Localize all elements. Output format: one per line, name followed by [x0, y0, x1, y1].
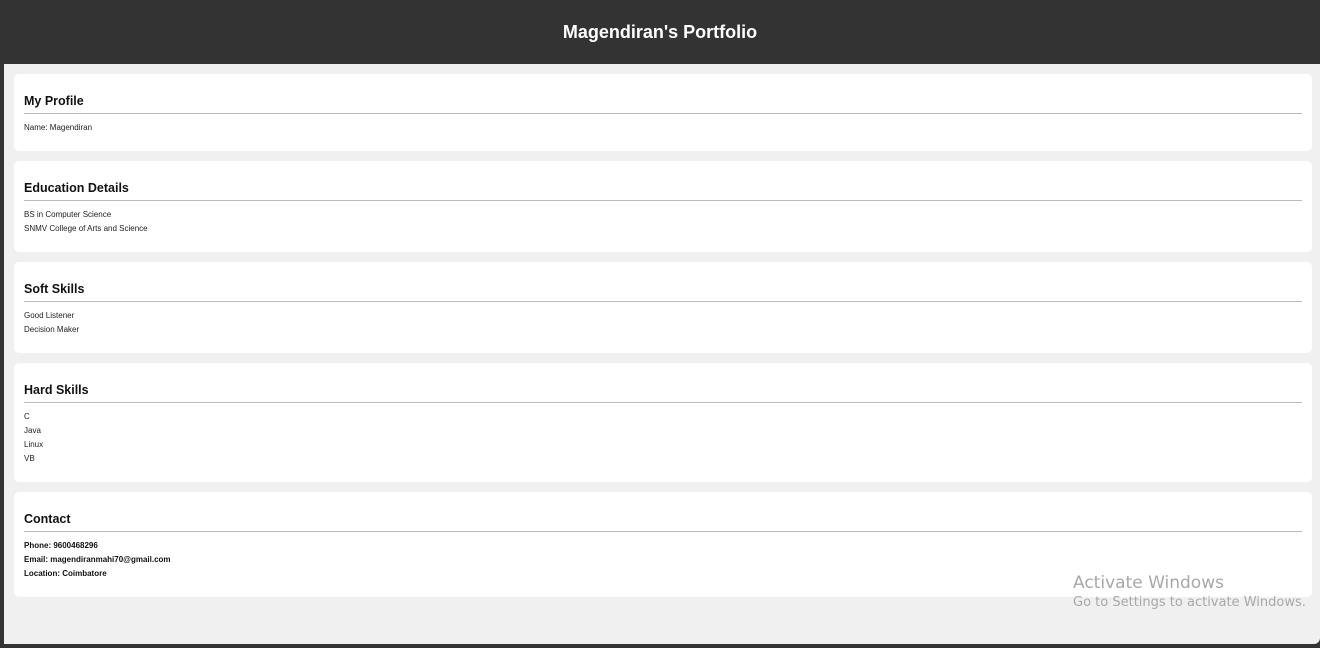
profile-divider: [24, 113, 1302, 114]
soft-skill-item: Good Listener: [24, 311, 75, 320]
education-section: Education Details BS in Computer Science…: [14, 161, 1312, 252]
contact-heading: Contact: [24, 512, 71, 526]
content-area: My Profile Name: Magendiran Education De…: [4, 64, 1320, 644]
contact-phone: Phone: 9600468296: [24, 541, 98, 550]
watermark-subtitle: Go to Settings to activate Windows.: [1073, 595, 1306, 610]
soft-skills-lines: Good Listener Decision Maker: [24, 309, 79, 337]
activate-windows-watermark: Activate Windows Go to Settings to activ…: [1073, 572, 1306, 612]
site-header: Magendiran's Portfolio: [0, 0, 1320, 64]
hard-skill-item: C: [24, 412, 30, 421]
contact-location: Location: Coimbatore: [24, 569, 107, 578]
hard-skills-lines: C Java Linux VB: [24, 410, 43, 466]
education-line: SNMV College of Arts and Science: [24, 224, 148, 233]
hard-skill-item: Java: [24, 426, 41, 435]
profile-lines: Name: Magendiran: [24, 121, 92, 135]
soft-skill-item: Decision Maker: [24, 325, 80, 334]
education-line: BS in Computer Science: [24, 210, 112, 219]
soft-skills-section: Soft Skills Good Listener Decision Maker: [14, 262, 1312, 353]
soft-skills-divider: [24, 301, 1302, 302]
hard-skill-item: Linux: [24, 440, 44, 449]
hard-skills-heading: Hard Skills: [24, 383, 89, 397]
contact-lines: Phone: 9600468296 Email: magendiranmahi7…: [24, 539, 171, 581]
contact-email: Email: magendiranmahi70@gmail.com: [24, 555, 171, 564]
profile-section: My Profile Name: Magendiran: [14, 74, 1312, 151]
profile-heading: My Profile: [24, 94, 84, 108]
education-divider: [24, 200, 1302, 201]
contact-divider: [24, 531, 1302, 532]
education-lines: BS in Computer Science SNMV College of A…: [24, 208, 148, 236]
hard-skills-section: Hard Skills C Java Linux VB: [14, 363, 1312, 482]
page-title: Magendiran's Portfolio: [562, 21, 758, 42]
soft-skills-heading: Soft Skills: [24, 282, 85, 296]
profile-line: Name: Magendiran: [24, 123, 93, 132]
hard-skills-divider: [24, 402, 1302, 403]
education-heading: Education Details: [24, 181, 129, 195]
hard-skill-item: VB: [24, 454, 35, 463]
watermark-title: Activate Windows: [1073, 573, 1224, 593]
